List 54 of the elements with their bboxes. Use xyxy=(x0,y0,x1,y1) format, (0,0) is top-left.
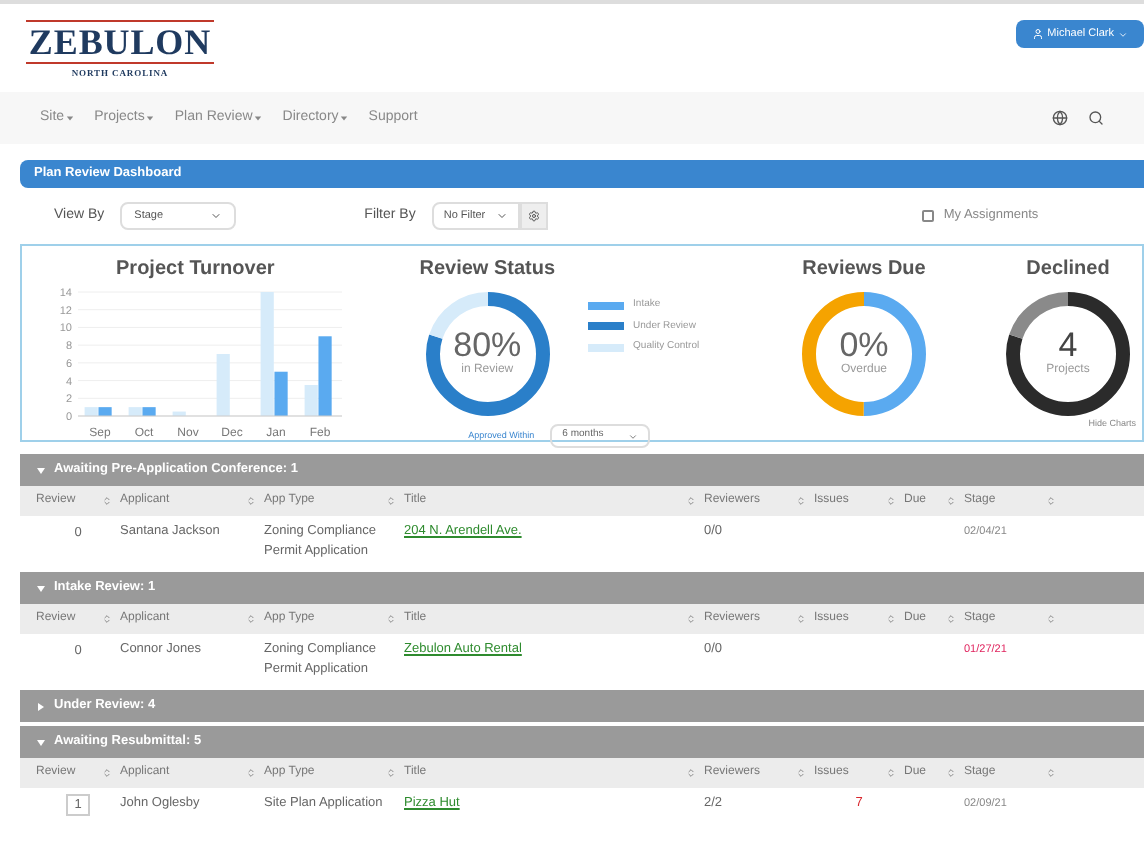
caret-icon xyxy=(66,114,75,122)
globe-icon[interactable] xyxy=(1052,110,1068,126)
chart-bar xyxy=(171,411,186,416)
sort-icon[interactable] xyxy=(102,768,112,778)
sort-icon[interactable] xyxy=(946,496,956,506)
chart-title: Reviews Due xyxy=(802,256,926,284)
caret-icon xyxy=(36,583,46,593)
sort-icon[interactable] xyxy=(946,768,956,778)
sort-icon[interactable] xyxy=(946,614,956,624)
sort-icon[interactable] xyxy=(686,768,696,778)
sort-icon[interactable] xyxy=(102,496,112,506)
caret-icon xyxy=(1118,29,1128,39)
sort-icon[interactable] xyxy=(686,496,696,506)
sort-icon[interactable] xyxy=(386,496,396,506)
sort-icon[interactable] xyxy=(246,768,256,778)
caret-icon xyxy=(254,114,263,122)
donut-value: 0% xyxy=(839,328,889,362)
sort-icon[interactable] xyxy=(886,496,896,506)
chart-title: Declined xyxy=(1026,256,1110,284)
sort-icon[interactable] xyxy=(796,496,806,506)
sort-icon[interactable] xyxy=(386,614,396,624)
sort-icon[interactable] xyxy=(1046,496,1056,506)
user-icon xyxy=(1031,28,1044,40)
donut-ring xyxy=(1006,292,1130,416)
my-assignments-checkbox[interactable] xyxy=(921,210,934,222)
sort-icon[interactable] xyxy=(246,614,256,624)
gear-icon xyxy=(527,210,540,222)
caret-icon xyxy=(36,737,46,747)
sort-icon[interactable] xyxy=(246,496,256,506)
donut-ring xyxy=(425,292,550,416)
caret-icon xyxy=(36,465,46,475)
caret-icon xyxy=(36,701,46,711)
filter-settings-button[interactable] xyxy=(519,202,548,230)
sort-icon[interactable] xyxy=(686,614,696,624)
caret-icon xyxy=(146,114,155,122)
search-icon[interactable] xyxy=(1088,110,1104,126)
sort-icon[interactable] xyxy=(796,768,806,778)
sort-icon[interactable] xyxy=(886,768,896,778)
sort-icon[interactable] xyxy=(796,614,806,624)
sort-icon[interactable] xyxy=(1046,768,1056,778)
caret-icon xyxy=(628,431,639,441)
caret-icon xyxy=(495,210,508,222)
donut-value: 80% xyxy=(453,328,522,362)
chart-bar xyxy=(215,354,230,416)
sort-icon[interactable] xyxy=(102,614,112,624)
donut-ring xyxy=(802,292,926,416)
caret-icon xyxy=(340,114,349,122)
donut-value: 4 xyxy=(1058,328,1078,362)
sort-icon[interactable] xyxy=(386,768,396,778)
chart-title: Review Status xyxy=(419,256,556,284)
sort-icon[interactable] xyxy=(886,614,896,624)
caret-icon xyxy=(210,210,223,222)
chart-title: Project Turnover xyxy=(116,256,275,284)
sort-icon[interactable] xyxy=(1046,614,1056,624)
